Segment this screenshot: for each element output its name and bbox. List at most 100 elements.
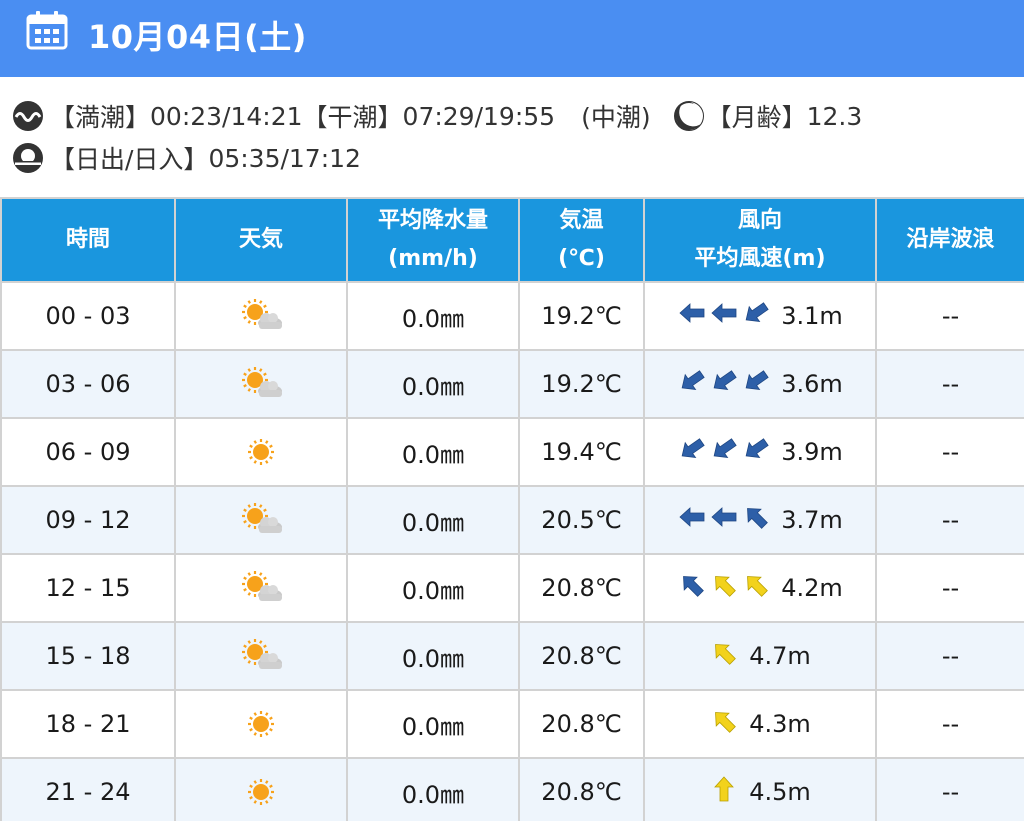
weather-cell [174,281,348,351]
wave-cell: -- [875,349,1024,419]
table-row: 21 - 24 0.0㎜ 20.8℃ 4.5m -- [0,757,1024,821]
time-cell: 09 - 12 [0,485,176,555]
moon-age-label: 【月齢】 [706,103,807,132]
header-wave: 沿岸波浪 [875,197,1024,283]
wind-direction-arrow-icon [741,570,771,606]
precip-cell: 0.0㎜ [346,757,520,821]
wind-cell: 3.9m [643,417,877,487]
sun-icon [176,702,346,746]
wind-direction-arrow-icon [709,434,739,470]
calendar-icon [26,11,68,50]
weather-cell [174,757,348,821]
sunrise-sunset-value: 05:35/17:12 [208,143,361,173]
wind-speed: 3.9m [781,438,843,466]
table-row: 12 - 15 0.0㎜ 20.8℃ 4.2m -- [0,553,1024,623]
wind-cell: 4.5m [643,757,877,821]
wind-direction-arrow-icon [709,502,739,538]
wave-cell: -- [875,281,1024,351]
page-title: 10月04日(土) [88,18,307,56]
wind-speed: 4.7m [749,642,811,670]
time-cell: 18 - 21 [0,689,176,759]
temp-cell: 19.4℃ [518,417,645,487]
wind-direction-arrow-icon [677,298,707,334]
forecast-table: 時間 天気 平均降水量 (mm/h) 気温 (℃) 風向 平均風速(m) 沿岸波浪 0… [0,197,1024,821]
temp-cell: 20.8℃ [518,689,645,759]
wind-cell: 4.2m [643,553,877,623]
low-tide-value: 07:29/19:55 [402,101,556,131]
precip-cell: 0.0㎜ [346,689,520,759]
wind-cell: 4.3m [643,689,877,759]
header-wind: 風向 平均風速(m) [643,197,877,283]
wind-speed: 3.6m [781,370,843,398]
table-row: 03 - 06 0.0㎜ 19.2℃ 3.6m -- [0,349,1024,419]
wind-speed: 4.5m [749,778,811,806]
precip-cell: 0.0㎜ [346,349,520,419]
date-header: 10月04日(土) [0,0,1024,77]
table-row: 06 - 09 0.0㎜ 19.4℃ 3.9m -- [0,417,1024,487]
temp-cell: 19.2℃ [518,349,645,419]
high-tide-label: 【満潮】 [50,103,151,132]
precip-cell: 0.0㎜ [346,281,520,351]
precip-cell: 0.0㎜ [346,485,520,555]
sun-icon [176,770,346,814]
wind-direction-arrow-icon [677,434,707,470]
tide-wave-icon [13,101,43,131]
moon-phase-icon [673,101,704,131]
header-weather: 天気 [174,197,348,283]
time-cell: 21 - 24 [0,757,176,821]
precip-cell: 0.0㎜ [346,553,520,623]
temp-cell: 19.2℃ [518,281,645,351]
partly-cloudy-icon [176,498,346,542]
weather-cell [174,417,348,487]
wind-speed: 3.1m [781,302,843,330]
tide-type: (中潮) [581,103,651,132]
wind-direction-arrow-icon [741,366,771,402]
wave-cell: -- [875,757,1024,821]
wind-speed: 4.2m [781,574,843,602]
table-header-row: 時間 天気 平均降水量 (mm/h) 気温 (℃) 風向 平均風速(m) 沿岸波浪 [0,197,1024,283]
wind-speed: 4.3m [749,710,811,738]
weather-cell [174,621,348,691]
wind-cell: 3.1m [643,281,877,351]
wind-direction-arrow-icon [741,298,771,334]
partly-cloudy-icon [176,362,346,406]
sunrise-icon [13,143,43,173]
wind-cell: 3.7m [643,485,877,555]
time-cell: 00 - 03 [0,281,176,351]
wave-cell: -- [875,689,1024,759]
wind-direction-arrow-icon [709,298,739,334]
table-row: 18 - 21 0.0㎜ 20.8℃ 4.3m -- [0,689,1024,759]
temp-cell: 20.8℃ [518,757,645,821]
precip-cell: 0.0㎜ [346,417,520,487]
wind-direction-arrow-icon [677,502,707,538]
wave-cell: -- [875,417,1024,487]
weather-cell [174,553,348,623]
partly-cloudy-icon [176,634,346,678]
wind-direction-arrow-icon [709,570,739,606]
wave-cell: -- [875,621,1024,691]
wind-direction-arrow-icon [709,638,739,674]
partly-cloudy-icon [176,566,346,610]
wave-cell: -- [875,485,1024,555]
wave-cell: -- [875,553,1024,623]
weather-cell [174,349,348,419]
tide-info: 【満潮】 00:23/14:21 【干潮】 07:29/19:55 (中潮) 【… [12,98,862,134]
time-cell: 15 - 18 [0,621,176,691]
temp-cell: 20.8℃ [518,553,645,623]
table-row: 00 - 03 0.0㎜ 19.2℃ 3.1m -- [0,281,1024,351]
time-cell: 06 - 09 [0,417,176,487]
wind-direction-arrow-icon [709,706,739,742]
sun-info: 【日出/日入】 05:35/17:12 [12,140,361,176]
weather-cell [174,485,348,555]
temp-cell: 20.5℃ [518,485,645,555]
time-cell: 12 - 15 [0,553,176,623]
header-precip: 平均降水量 (mm/h) [346,197,520,283]
wind-direction-arrow-icon [741,502,771,538]
precip-cell: 0.0㎜ [346,621,520,691]
wind-cell: 4.7m [643,621,877,691]
header-temp: 気温 (℃) [518,197,645,283]
wind-direction-arrow-icon [741,434,771,470]
low-tide-label: 【干潮】 [302,103,403,132]
wind-direction-arrow-icon [709,774,739,810]
table-row: 15 - 18 0.0㎜ 20.8℃ 4.7m -- [0,621,1024,691]
